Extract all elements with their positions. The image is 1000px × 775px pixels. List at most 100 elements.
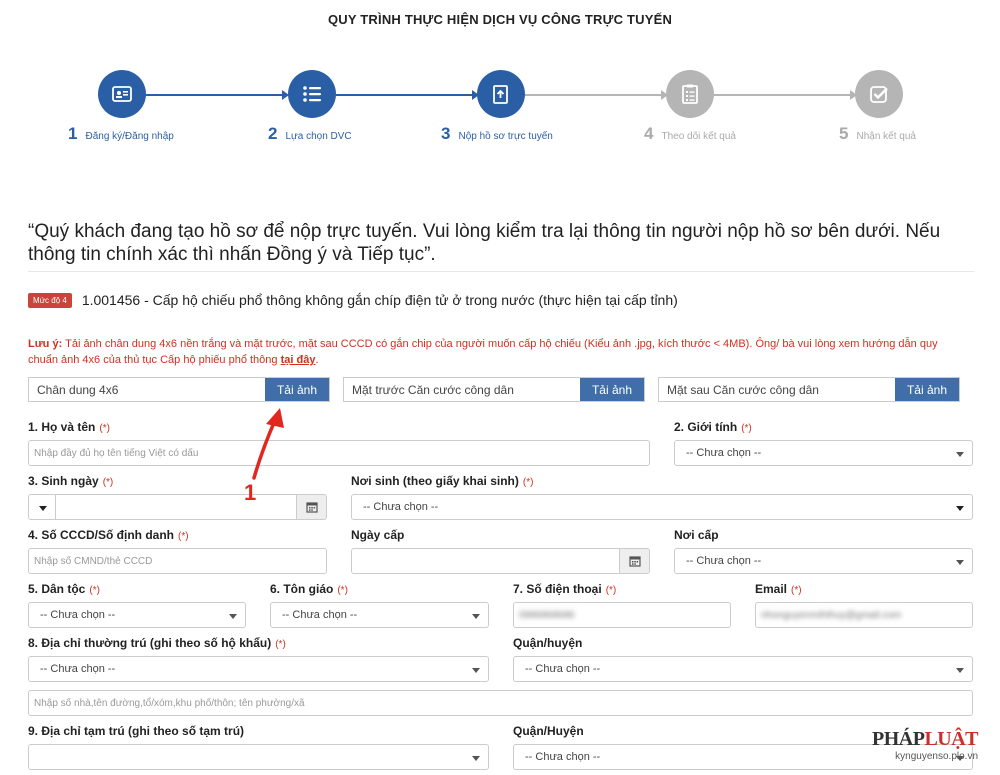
upload-id-back-button[interactable]: Tải ảnh xyxy=(894,378,959,401)
birth-date-label: 3. Sinh ngày (*) xyxy=(28,474,113,488)
phone-value: 0986868686 xyxy=(519,610,575,621)
required-mark: (*) xyxy=(102,477,114,488)
step-number: 5 xyxy=(839,124,849,143)
step-connector xyxy=(714,94,854,96)
step-number: 4 xyxy=(644,124,654,143)
email-value: nhonguyenmihthuy@gmail.com xyxy=(761,610,902,621)
gender-select[interactable]: -- Chưa chọn -- xyxy=(674,440,973,466)
step-number: 2 xyxy=(268,124,278,143)
guide-link[interactable]: tại đây xyxy=(281,354,316,366)
upload-id-back-label: Mặt sau Căn cước công dân xyxy=(667,383,819,397)
phone-label: 7. Số điện thoại (*) xyxy=(513,582,616,596)
procedure-header: Mức độ 4 1.001456 - Cấp hộ chiếu phổ thô… xyxy=(28,292,678,308)
check-icon xyxy=(855,70,903,118)
step-label: Đăng ký/Đăng nhập xyxy=(85,131,174,142)
document-upload-icon xyxy=(477,70,525,118)
step-connector xyxy=(336,94,476,96)
step-connector xyxy=(525,94,665,96)
required-mark: (*) xyxy=(337,585,348,596)
district-label: Quận/huyện xyxy=(513,636,583,650)
calendar-icon[interactable] xyxy=(619,548,650,574)
brand-part-a: PHÁP xyxy=(872,728,925,750)
note-text: Tải ảnh chân dung 4x6 nền trắng và mặt t… xyxy=(28,338,938,366)
upload-portrait-label: Chân dung 4x6 xyxy=(37,383,119,397)
required-mark: (*) xyxy=(522,477,534,488)
id-number-input[interactable]: Nhập số CMND/thẻ CCCD xyxy=(28,548,327,574)
full-name-input[interactable]: Nhập đầy đủ họ tên tiếng Việt có dấu xyxy=(28,440,650,466)
label-text: 6. Tôn giáo xyxy=(270,582,334,596)
required-mark: (*) xyxy=(791,585,802,596)
label-text: 8. Địa chỉ thường trú (ghi theo số hộ kh… xyxy=(28,636,272,650)
divider xyxy=(28,271,974,272)
label-text: 5. Dân tộc xyxy=(28,582,86,596)
religion-label: 6. Tôn giáo (*) xyxy=(270,582,348,596)
birth-date-input[interactable] xyxy=(55,494,297,520)
birth-place-label: Nơi sinh (theo giấy khai sinh) (*) xyxy=(351,474,533,488)
label-text: 1. Họ và tên xyxy=(28,420,96,434)
upload-portrait-button[interactable]: Tải ảnh xyxy=(264,378,329,401)
brand-name: PHÁPLUẬT xyxy=(872,728,979,751)
temporary-province-select[interactable] xyxy=(28,744,489,770)
step-label: Nhận kết quả xyxy=(856,131,916,142)
label-text: Email xyxy=(755,582,788,596)
permanent-address-label: 8. Địa chỉ thường trú (ghi theo số hộ kh… xyxy=(28,636,286,650)
annotation-arrow xyxy=(252,408,284,480)
label-text: 4. Số CCCD/Số định danh xyxy=(28,528,174,542)
level-badge: Mức độ 4 xyxy=(28,292,72,308)
intro-text: “Quý khách đang tạo hồ sơ để nộp trực tu… xyxy=(28,221,941,265)
required-mark: (*) xyxy=(178,531,189,542)
required-mark: (*) xyxy=(605,585,617,596)
step-connector xyxy=(146,94,286,96)
step-label: Lựa chọn DVC xyxy=(285,131,352,142)
upload-id-back: Mặt sau Căn cước công dân Tải ảnh xyxy=(658,377,960,402)
watermark-logo: PHÁPLUẬT kynguyenso.plo.vn xyxy=(872,728,979,762)
full-name-label: 1. Họ và tên (*) xyxy=(28,420,110,434)
email-input[interactable]: nhonguyenmihthuy@gmail.com xyxy=(755,602,973,628)
birth-place-select[interactable]: -- Chưa chọn -- xyxy=(351,494,973,520)
label-text: 7. Số điện thoại xyxy=(513,582,602,596)
note-suffix: . xyxy=(315,354,319,366)
upload-id-front-button[interactable]: Tải ảnh xyxy=(579,378,644,401)
label-text: 2. Giới tính xyxy=(674,420,738,434)
required-mark: (*) xyxy=(741,423,752,434)
procedure-title: 1.001456 - Cấp hộ chiếu phổ thông không … xyxy=(81,292,678,308)
brand-part-b: LUẬT xyxy=(924,728,979,750)
upload-id-front-label: Mặt trước Căn cước công dân xyxy=(352,383,514,397)
issue-place-label: Nơi cấp xyxy=(674,528,719,542)
ethnicity-label: 5. Dân tộc (*) xyxy=(28,582,100,596)
gender-label: 2. Giới tính (*) xyxy=(674,420,752,434)
calendar-icon[interactable] xyxy=(296,494,327,520)
religion-select[interactable]: -- Chưa chọn -- xyxy=(270,602,489,628)
step-label: Theo dõi kết quả xyxy=(661,131,736,142)
district-select[interactable]: -- Chưa chọn -- xyxy=(513,656,973,682)
issue-place-select[interactable]: -- Chưa chọn -- xyxy=(674,548,973,574)
page-title: QUY TRÌNH THỰC HIỆN DỊCH VỤ CÔNG TRỰC TU… xyxy=(327,12,673,27)
note-prefix: Lưu ý: xyxy=(28,338,63,350)
id-card-icon xyxy=(98,70,146,118)
permanent-province-select[interactable]: -- Chưa chọn -- xyxy=(28,656,489,682)
step-number: 3 xyxy=(441,124,451,143)
label-text: Nơi sinh (theo giấy khai sinh) xyxy=(351,474,519,488)
step-label: Nộp hồ sơ trực tuyến xyxy=(458,131,553,142)
required-mark: (*) xyxy=(89,585,100,596)
issue-date-input[interactable] xyxy=(351,548,620,574)
email-label: Email (*) xyxy=(755,582,802,596)
list-icon xyxy=(288,70,336,118)
step-number: 1 xyxy=(68,124,78,143)
district-2-label: Quận/Huyện xyxy=(513,724,584,738)
ethnicity-select[interactable]: -- Chưa chọn -- xyxy=(28,602,246,628)
street-address-input[interactable]: Nhập số nhà,tên đường,tổ/xóm,khu phố/thô… xyxy=(28,690,973,716)
upload-id-front: Mặt trước Căn cước công dân Tải ảnh xyxy=(343,377,645,402)
annotation-number: 1 xyxy=(244,480,257,505)
progress-steps: 1 Đăng ký/Đăng nhập 2 Lựa chọn DVC 3 Nộp… xyxy=(0,70,1000,150)
issue-date-label: Ngày cấp xyxy=(351,528,405,542)
required-mark: (*) xyxy=(99,423,110,434)
upload-note: Lưu ý: Tải ảnh chân dung 4x6 nền trắng v… xyxy=(28,336,968,368)
checklist-icon xyxy=(666,70,714,118)
label-text: 3. Sinh ngày xyxy=(28,474,99,488)
watermark-site: kynguyenso.plo.vn xyxy=(895,751,979,762)
id-number-label: 4. Số CCCD/Số định danh (*) xyxy=(28,528,189,542)
phone-input[interactable]: 0986868686 xyxy=(513,602,731,628)
birth-date-dropdown[interactable] xyxy=(28,494,56,520)
temporary-address-label: 9. Địa chỉ tạm trú (ghi theo số tạm trú) xyxy=(28,724,245,738)
